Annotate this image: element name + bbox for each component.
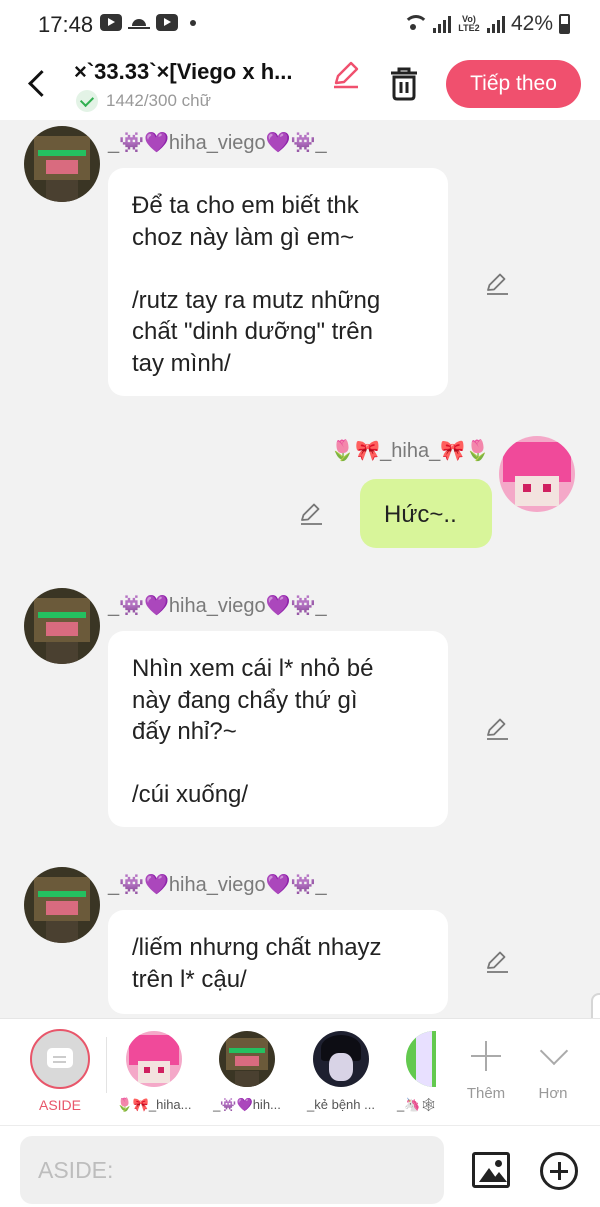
message-bubble[interactable]: Nhìn xem cái l* nhỏ bé này đang chẩy thứ… bbox=[108, 631, 448, 827]
wifi-icon bbox=[402, 15, 429, 33]
check-icon bbox=[76, 90, 98, 112]
avatar-viego[interactable] bbox=[24, 588, 100, 664]
input-bar bbox=[0, 1125, 600, 1207]
character-avatar-partial[interactable] bbox=[406, 1031, 436, 1087]
character-avatar-ke-benh[interactable] bbox=[313, 1031, 369, 1087]
message-bubble[interactable]: Để ta cho em biết thk choz này làm gì em… bbox=[108, 168, 448, 396]
network-label: Vo) LTE2 bbox=[458, 14, 480, 33]
character-avatar-hiha[interactable] bbox=[126, 1031, 182, 1087]
image-icon[interactable] bbox=[472, 1152, 510, 1188]
character-bar: ASIDE 🌷🎀_hiha... _👾💜hih... _kẻ bệnh ... … bbox=[0, 1018, 600, 1125]
aside-label: ASIDE bbox=[38, 1097, 81, 1113]
add-character-icon[interactable] bbox=[466, 1037, 506, 1077]
avatar-hiha[interactable] bbox=[499, 436, 575, 512]
page-title[interactable]: ×`33.33`×[Viego x h... bbox=[74, 59, 292, 85]
edit-message-icon[interactable] bbox=[484, 270, 510, 296]
more-notifications-icon bbox=[190, 19, 196, 26]
add-circle-icon[interactable] bbox=[540, 1152, 578, 1190]
character-label: _👾💜hih... bbox=[213, 1097, 281, 1112]
chevron-down-icon[interactable] bbox=[534, 1039, 574, 1075]
divider bbox=[106, 1037, 107, 1093]
signal-icon bbox=[486, 15, 505, 33]
edit-message-icon[interactable] bbox=[484, 948, 510, 974]
status-right: Vo) LTE2 42% bbox=[402, 12, 570, 36]
edit-message-icon[interactable] bbox=[484, 715, 510, 741]
aside-button[interactable] bbox=[30, 1029, 90, 1089]
chat-area[interactable]: _👾💜hiha_viego💜👾_ Để ta cho em biết thk c… bbox=[0, 120, 600, 1018]
character-avatar-viego[interactable] bbox=[219, 1031, 275, 1087]
avatar-viego[interactable] bbox=[24, 867, 100, 943]
header: ×`33.33`×[Viego x h... 1442/300 chữ Tiếp… bbox=[0, 48, 600, 120]
status-time: 17:48 bbox=[38, 12, 94, 37]
sender-name: _👾💜hiha_viego💜👾_ bbox=[108, 874, 327, 896]
character-label: _kẻ bệnh ... bbox=[307, 1097, 375, 1112]
signal-icon bbox=[432, 15, 451, 33]
character-label: _🦄🕸 bbox=[397, 1097, 437, 1112]
avatar-viego[interactable] bbox=[24, 126, 100, 202]
notification-icons bbox=[100, 14, 196, 31]
weather-icon bbox=[128, 16, 150, 30]
trash-icon[interactable] bbox=[386, 64, 422, 102]
character-label: 🌷🎀_hiha... bbox=[116, 1097, 192, 1112]
more-label[interactable]: Hơn bbox=[523, 1085, 583, 1102]
message-bubble[interactable]: Hức~.. bbox=[360, 479, 492, 548]
youtube-icon bbox=[100, 14, 122, 31]
youtube-icon bbox=[156, 14, 178, 31]
sender-name: _👾💜hiha_viego💜👾_ bbox=[108, 595, 327, 617]
status-bar: 17:48 Vo) LTE2 42% bbox=[0, 0, 600, 48]
back-icon[interactable] bbox=[22, 66, 52, 102]
battery-percent: 42% bbox=[510, 12, 553, 35]
edit-message-icon[interactable] bbox=[298, 500, 324, 526]
battery-icon bbox=[559, 14, 570, 34]
sender-name: _👾💜hiha_viego💜👾_ bbox=[108, 132, 327, 154]
edit-title-icon[interactable] bbox=[330, 58, 362, 90]
add-character-label[interactable]: Thêm bbox=[456, 1085, 516, 1102]
word-count-row: 1442/300 chữ bbox=[76, 90, 211, 112]
sender-name: 🌷🎀_hiha_🎀🌷 bbox=[330, 440, 490, 462]
word-count: 1442/300 chữ bbox=[106, 91, 211, 110]
next-button[interactable]: Tiếp theo bbox=[446, 60, 581, 108]
message-input[interactable] bbox=[20, 1136, 444, 1204]
message-bubble[interactable]: /liếm nhưng chất nhayz trên l* cậu/ bbox=[108, 910, 448, 1014]
